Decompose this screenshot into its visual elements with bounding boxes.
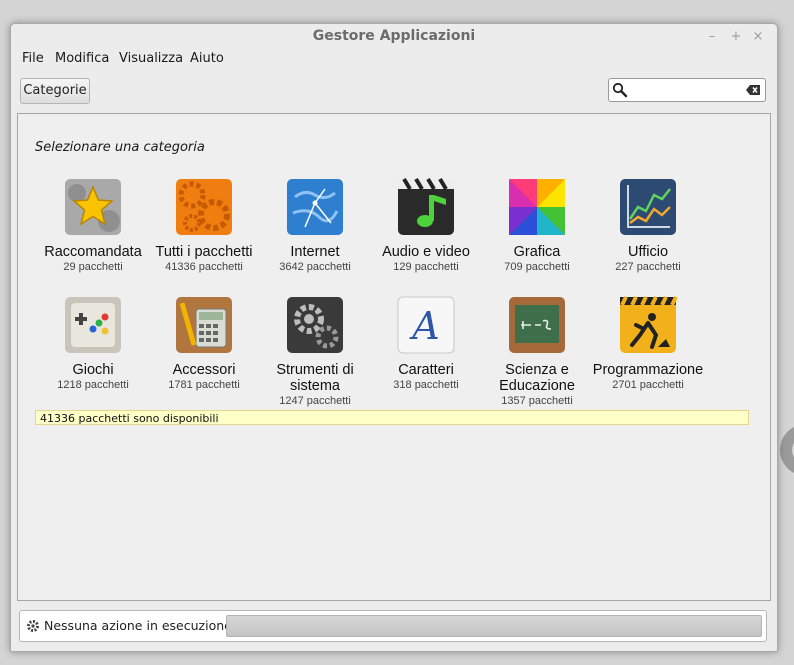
globe-network-icon [287, 179, 343, 235]
category-name: Accessori [172, 362, 236, 378]
font-letter-icon: A [397, 296, 455, 354]
category-count: 1247 pacchetti [279, 395, 351, 407]
category-name: Caratteri [398, 362, 454, 378]
category-count: 41336 pacchetti [165, 261, 243, 273]
chalkboard-icon [509, 297, 565, 353]
category-caratteri[interactable]: A Caratteri 318 pacchetti [367, 295, 485, 392]
close-button[interactable]: × [751, 29, 765, 44]
application-window: Gestore Applicazioni – + × File Modifica… [10, 23, 778, 652]
star-icon [65, 179, 121, 235]
category-count: 29 pacchetti [63, 261, 123, 273]
construction-icon [620, 296, 678, 353]
system-gears-icon [287, 297, 343, 353]
category-name: Tutti i pacchetti [155, 244, 253, 260]
category-giochi[interactable]: Giochi 1218 pacchetti [34, 295, 152, 392]
window-title: Gestore Applicazioni [312, 28, 476, 44]
category-count: 318 pacchetti [393, 379, 459, 391]
menu-file[interactable]: File [22, 51, 44, 66]
category-internet[interactable]: Internet 3642 pacchetti [256, 177, 374, 274]
category-name: Grafica [513, 244, 561, 260]
category-strumenti-di-sistema[interactable]: Strumenti di sistema 1247 pacchetti [256, 295, 374, 408]
clear-search-icon[interactable] [745, 84, 761, 96]
calculator-icon [176, 297, 232, 353]
gear-icon [27, 620, 39, 632]
menu-bar: File Modifica Visualizza Aiuto [11, 51, 777, 71]
category-accessori[interactable]: Accessori 1781 pacchetti [145, 295, 263, 392]
category-name: Ufficio [627, 244, 669, 260]
category-count: 2701 pacchetti [612, 379, 684, 391]
menu-modifica[interactable]: Modifica [55, 51, 109, 66]
status-bar: Nessuna azione in esecuzione [19, 610, 767, 642]
category-ufficio[interactable]: Ufficio 227 pacchetti [589, 177, 707, 274]
maximize-button[interactable]: + [729, 29, 743, 44]
title-bar[interactable]: Gestore Applicazioni – + × [11, 24, 777, 50]
category-count: 1781 pacchetti [168, 379, 240, 391]
category-name: Audio e video [382, 244, 470, 260]
categories-button[interactable]: Categorie [20, 78, 90, 104]
category-count: 129 pacchetti [393, 261, 459, 273]
minimize-button[interactable]: – [705, 29, 719, 44]
category-name: Strumenti di sistema [276, 362, 354, 394]
category-name: Giochi [72, 362, 114, 378]
page-title: Selezionare una categoria [35, 140, 205, 155]
search-input[interactable] [608, 78, 766, 102]
category-name: Internet [290, 244, 340, 260]
category-audio-e-video[interactable]: Audio e video 129 pacchetti [367, 177, 485, 274]
search-icon [612, 82, 628, 98]
category-count: 1218 pacchetti [57, 379, 129, 391]
category-name: Raccomandata [44, 244, 142, 260]
gears-icon [176, 179, 232, 235]
category-programmazione[interactable]: Programmazione 2701 pacchetti [589, 295, 707, 392]
menu-aiuto[interactable]: Aiuto [190, 51, 224, 66]
category-grafica[interactable]: Grafica 709 pacchetti [478, 177, 596, 274]
color-wheel-icon [509, 179, 565, 235]
progress-bar [226, 615, 762, 637]
category-name: Scienza e Educazione [499, 362, 575, 394]
category-count: 3642 pacchetti [279, 261, 351, 273]
category-scienza-e-educazione[interactable]: Scienza e Educazione 1357 pacchetti [478, 295, 596, 408]
category-count: 709 pacchetti [504, 261, 570, 273]
status-text: Nessuna azione in esecuzione [44, 618, 232, 633]
availability-status: 41336 pacchetti sono disponibili [35, 410, 749, 425]
category-tutti-i-pacchetti[interactable]: Tutti i pacchetti 41336 pacchetti [145, 177, 263, 274]
category-count: 227 pacchetti [615, 261, 681, 273]
clapperboard-music-icon [398, 177, 454, 235]
gamepad-icon [65, 297, 121, 353]
category-name: Programmazione [592, 362, 704, 378]
category-raccomandata[interactable]: Raccomandata 29 pacchetti [34, 177, 152, 274]
menu-visualizza[interactable]: Visualizza [119, 51, 183, 66]
category-count: 1357 pacchetti [501, 395, 573, 407]
chart-icon [620, 179, 676, 235]
svg-text:A: A [409, 304, 439, 348]
category-view: Selezionare una categoria Raccomandata 2… [17, 113, 771, 601]
